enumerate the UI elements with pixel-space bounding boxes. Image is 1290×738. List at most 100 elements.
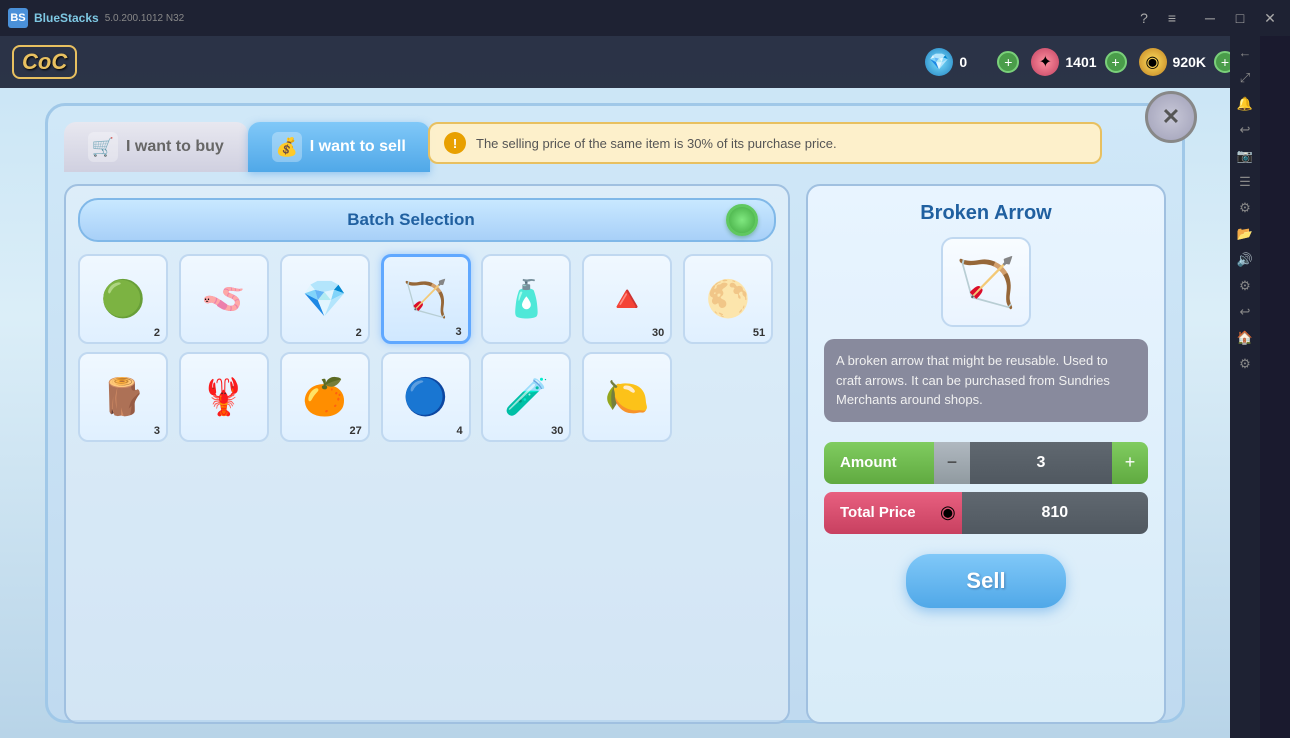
modal-content: Batch Selection 🟢 2 🪱 [64, 184, 1166, 724]
gem-currency: 💎 0 [925, 48, 989, 76]
amount-label: Amount [824, 442, 934, 484]
shop-modal: ✕ 🛒 I want to buy 💰 I want to sell ! The… [45, 103, 1185, 723]
info-icon: ! [444, 132, 466, 154]
amount-increase-button[interactable]: + [1112, 442, 1148, 484]
gem-value: 0 [959, 54, 989, 70]
title-bar: BS BlueStacks 5.0.200.1012 N32 ? ≡ ─ □ ✕ [0, 0, 1290, 36]
amount-value: 3 [970, 442, 1112, 484]
amount-decrease-button[interactable]: − [934, 442, 970, 484]
right-sidebar: ← ⤢ 🔔 ↩ 📷 ☰ ⚙ 📂 🔊 ⚙ ↩ 🏠 ⚙ [1230, 36, 1260, 738]
item-count-8: 3 [154, 425, 160, 437]
minimize-button[interactable]: ─ [1198, 6, 1222, 30]
price-coin-icon: ◉ [934, 492, 962, 534]
crystal-add-button[interactable]: + [1105, 51, 1127, 73]
coin-icon: ◉ [1139, 48, 1167, 76]
info-banner: ! The selling price of the same item is … [428, 122, 1102, 164]
item-slot-6[interactable]: 🔺 30 [582, 254, 672, 344]
item-count-10: 27 [349, 425, 361, 437]
sidebar-icon-12[interactable]: 🏠 [1233, 326, 1257, 350]
item-count-7: 51 [753, 327, 765, 339]
version-label: 5.0.200.1012 N32 [105, 13, 185, 24]
crystal-value: 1401 [1065, 54, 1096, 70]
tab-buy[interactable]: 🛒 I want to buy [64, 122, 248, 172]
item-icon-10: 🍊 [302, 376, 347, 418]
sell-tab-label: I want to sell [310, 138, 406, 156]
modal-background: ✕ 🛒 I want to buy 💰 I want to sell ! The… [0, 88, 1230, 738]
info-text: The selling price of the same item is 30… [476, 136, 837, 151]
modal-close-button[interactable]: ✕ [1145, 91, 1197, 143]
sidebar-icon-10[interactable]: ⚙ [1233, 274, 1257, 298]
item-slot-8[interactable]: 🪵 3 [78, 352, 168, 442]
item-icon-7: 🌕 [706, 278, 751, 320]
sidebar-icon-5[interactable]: 📷 [1233, 144, 1257, 168]
item-slot-4[interactable]: 🏹 3 [381, 254, 471, 344]
right-panel: Broken Arrow 🏹 A broken arrow that might… [806, 184, 1166, 724]
sidebar-icon-2[interactable]: ⤢ [1233, 66, 1257, 90]
item-icon-8: 🪵 [101, 376, 146, 418]
sidebar-icon-9[interactable]: 🔊 [1233, 248, 1257, 272]
item-count-6: 30 [652, 327, 664, 339]
item-icon-4: 🏹 [403, 278, 448, 320]
brand-name: BlueStacks [34, 11, 99, 25]
sidebar-icon-13[interactable]: ⚙ [1233, 352, 1257, 376]
item-preview: 🏹 [941, 237, 1031, 327]
sidebar-icon-8[interactable]: 📂 [1233, 222, 1257, 246]
item-slot-3[interactable]: 💎 2 [280, 254, 370, 344]
close-window-button[interactable]: ✕ [1258, 6, 1282, 30]
item-slot-2[interactable]: 🪱 [179, 254, 269, 344]
sell-tab-icon: 💰 [272, 132, 302, 162]
crystal-currency: ✦ 1401 [1031, 48, 1096, 76]
buy-tab-label: I want to buy [126, 138, 224, 156]
app-icon: BS [8, 8, 28, 28]
item-slot-9[interactable]: 🦞 [179, 352, 269, 442]
item-icon-13: 🍋 [605, 376, 650, 418]
item-icon-5: 🧴 [504, 278, 549, 320]
item-description: A broken arrow that might be reusable. U… [824, 339, 1148, 422]
item-slot-12[interactable]: 🧪 30 [481, 352, 571, 442]
sell-button[interactable]: Sell [906, 554, 1065, 608]
buy-tab-icon: 🛒 [88, 132, 118, 162]
crystal-icon: ✦ [1031, 48, 1059, 76]
coin-value: 920K [1173, 54, 1206, 70]
item-slot-11[interactable]: 🔵 4 [381, 352, 471, 442]
item-count-1: 2 [154, 327, 160, 339]
restore-button[interactable]: □ [1228, 6, 1252, 30]
item-count-11: 4 [456, 425, 462, 437]
sidebar-icon-3[interactable]: 🔔 [1233, 92, 1257, 116]
item-icon-2: 🪱 [201, 278, 246, 320]
game-area: CoC 💎 0 + ✦ 1401 + ◉ 920K + ✕ 🛒 I want [0, 36, 1260, 738]
sidebar-icon-11[interactable]: ↩ [1233, 300, 1257, 324]
sidebar-icon-4[interactable]: ↩ [1233, 118, 1257, 142]
menu-button[interactable]: ≡ [1160, 6, 1184, 30]
coin-currency: ◉ 920K [1139, 48, 1206, 76]
items-grid: 🟢 2 🪱 💎 2 🏹 3 [78, 254, 776, 442]
sidebar-icon-6[interactable]: ☰ [1233, 170, 1257, 194]
item-icon-1: 🟢 [101, 278, 146, 320]
item-slot-7[interactable]: 🌕 51 [683, 254, 773, 344]
item-slot-13[interactable]: 🍋 [582, 352, 672, 442]
tab-sell[interactable]: 💰 I want to sell [248, 122, 430, 172]
left-panel: Batch Selection 🟢 2 🪱 [64, 184, 790, 724]
item-slot-5[interactable]: 🧴 [481, 254, 571, 344]
item-slot-1[interactable]: 🟢 2 [78, 254, 168, 344]
coc-logo: CoC [12, 45, 77, 79]
item-icon-6: 🔺 [605, 278, 650, 320]
sidebar-icon-7[interactable]: ⚙ [1233, 196, 1257, 220]
batch-toggle[interactable] [726, 204, 758, 236]
item-preview-icon: 🏹 [956, 254, 1016, 311]
gem-add-button[interactable]: + [997, 51, 1019, 73]
item-slot-10[interactable]: 🍊 27 [280, 352, 370, 442]
selected-item-name: Broken Arrow [920, 202, 1052, 225]
batch-selection-bar: Batch Selection [78, 198, 776, 242]
gem-icon: 💎 [925, 48, 953, 76]
item-count-4: 3 [455, 326, 461, 338]
total-price-value: 810 [962, 492, 1148, 534]
item-icon-9: 🦞 [201, 376, 246, 418]
item-icon-11: 🔵 [403, 376, 448, 418]
top-hud: CoC 💎 0 + ✦ 1401 + ◉ 920K + [0, 36, 1260, 88]
help-button[interactable]: ? [1132, 6, 1156, 30]
price-row: Total Price ◉ 810 [824, 492, 1148, 534]
sidebar-icon-1[interactable]: ← [1233, 40, 1257, 64]
item-count-3: 2 [356, 327, 362, 339]
total-price-label: Total Price [824, 492, 934, 534]
